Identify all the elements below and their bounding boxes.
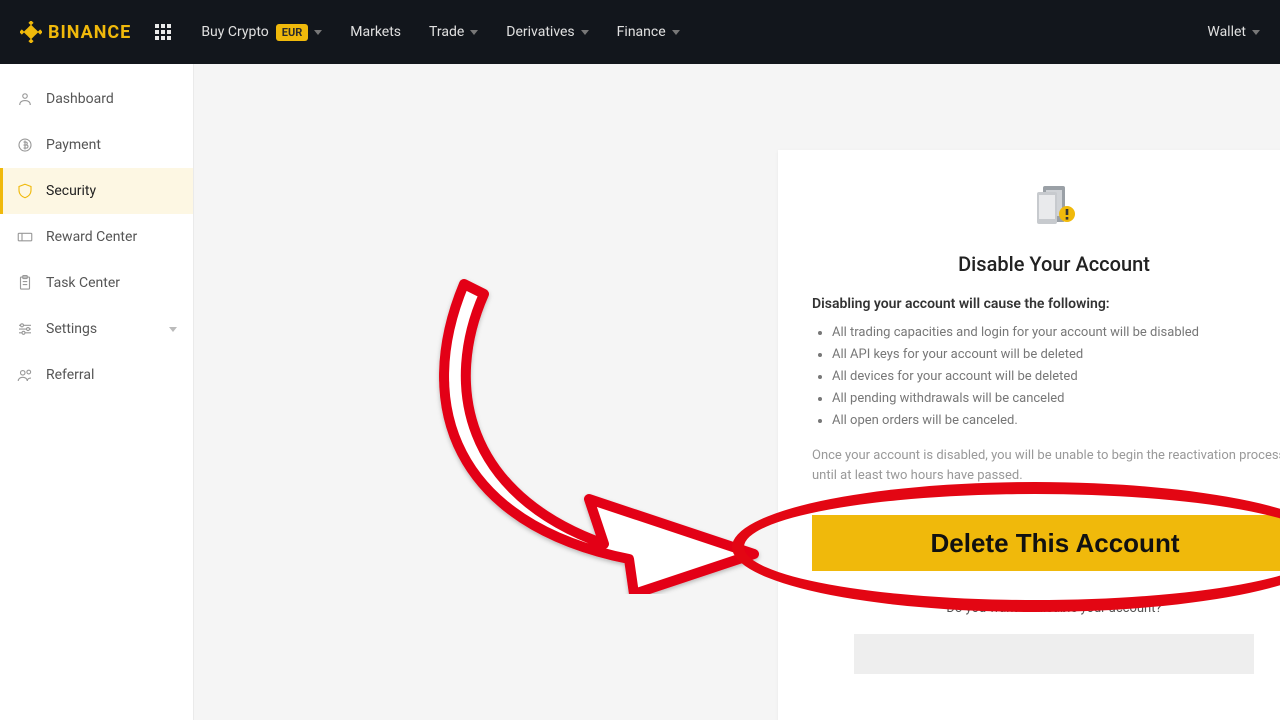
sidebar-item-label: Settings [46, 321, 97, 337]
sidebar-item-label: Security [46, 183, 96, 199]
sidebar-item-security[interactable]: Security [0, 168, 193, 214]
people-icon [16, 366, 34, 384]
main-content: Disable Your Account Disabling your acco… [194, 64, 1280, 720]
confirm-question: Do you want to disable your account? [812, 601, 1280, 616]
card-subtitle: Disabling your account will cause the fo… [812, 296, 1280, 312]
sidebar-item-payment[interactable]: Payment [0, 122, 193, 168]
delete-account-button[interactable]: Delete This Account [812, 515, 1280, 571]
currency-badge: EUR [276, 24, 309, 41]
top-nav: Buy Crypto EUR Markets Trade Derivatives… [201, 24, 679, 41]
nav-label: Markets [350, 24, 401, 40]
sidebar-item-label: Referral [46, 367, 94, 383]
sidebar: Dashboard Payment Security Reward Center… [0, 64, 194, 720]
chevron-down-icon [581, 30, 589, 35]
list-item: All devices for your account will be del… [832, 366, 1280, 388]
disable-account-card: Disable Your Account Disabling your acco… [778, 150, 1280, 720]
card-title: Disable Your Account [812, 252, 1280, 276]
sidebar-item-task-center[interactable]: Task Center [0, 260, 193, 306]
list-item: All trading capacities and login for you… [832, 322, 1280, 344]
chevron-down-icon [672, 30, 680, 35]
list-item: All pending withdrawals will be canceled [832, 388, 1280, 410]
consequences-list: All trading capacities and login for you… [812, 322, 1280, 432]
list-item: All open orders will be canceled. [832, 410, 1280, 432]
sliders-icon [16, 320, 34, 338]
binance-icon [20, 21, 42, 43]
reactivation-note: Once your account is disabled, you will … [812, 446, 1280, 485]
nav-label: Finance [617, 24, 666, 40]
coin-icon [16, 136, 34, 154]
nav-trade[interactable]: Trade [429, 24, 478, 40]
nav-label: Buy Crypto [201, 24, 268, 40]
sidebar-item-reward-center[interactable]: Reward Center [0, 214, 193, 260]
annotation-arrow-icon [424, 264, 784, 594]
topbar: BINANCE Buy Crypto EUR Markets Trade Der… [0, 0, 1280, 64]
brand-logo[interactable]: BINANCE [20, 21, 131, 43]
sidebar-item-referral[interactable]: Referral [0, 352, 193, 398]
sidebar-item-label: Dashboard [46, 91, 114, 107]
sidebar-item-settings[interactable]: Settings [0, 306, 193, 352]
nav-wallet[interactable]: Wallet [1207, 24, 1260, 40]
nav-label: Wallet [1207, 24, 1246, 40]
placeholder-bar [854, 634, 1254, 674]
sidebar-item-label: Payment [46, 137, 101, 153]
nav-buy-crypto[interactable]: Buy Crypto EUR [201, 24, 322, 41]
sidebar-item-label: Reward Center [46, 229, 137, 245]
chevron-down-icon [1252, 30, 1260, 35]
nav-label: Derivatives [506, 24, 574, 40]
chevron-down-icon [470, 30, 478, 35]
sidebar-item-dashboard[interactable]: Dashboard [0, 76, 193, 122]
phone-warning-icon [812, 180, 1280, 234]
nav-finance[interactable]: Finance [617, 24, 680, 40]
nav-markets[interactable]: Markets [350, 24, 401, 40]
brand-text: BINANCE [48, 22, 131, 43]
chevron-down-icon [314, 30, 322, 35]
nav-derivatives[interactable]: Derivatives [506, 24, 588, 40]
shield-icon [16, 182, 34, 200]
apps-grid-icon[interactable] [155, 24, 171, 40]
chevron-down-icon [169, 327, 177, 332]
sidebar-item-label: Task Center [46, 275, 120, 291]
nav-label: Trade [429, 24, 464, 40]
ticket-icon [16, 228, 34, 246]
list-item: All API keys for your account will be de… [832, 344, 1280, 366]
user-icon [16, 90, 34, 108]
clipboard-icon [16, 274, 34, 292]
